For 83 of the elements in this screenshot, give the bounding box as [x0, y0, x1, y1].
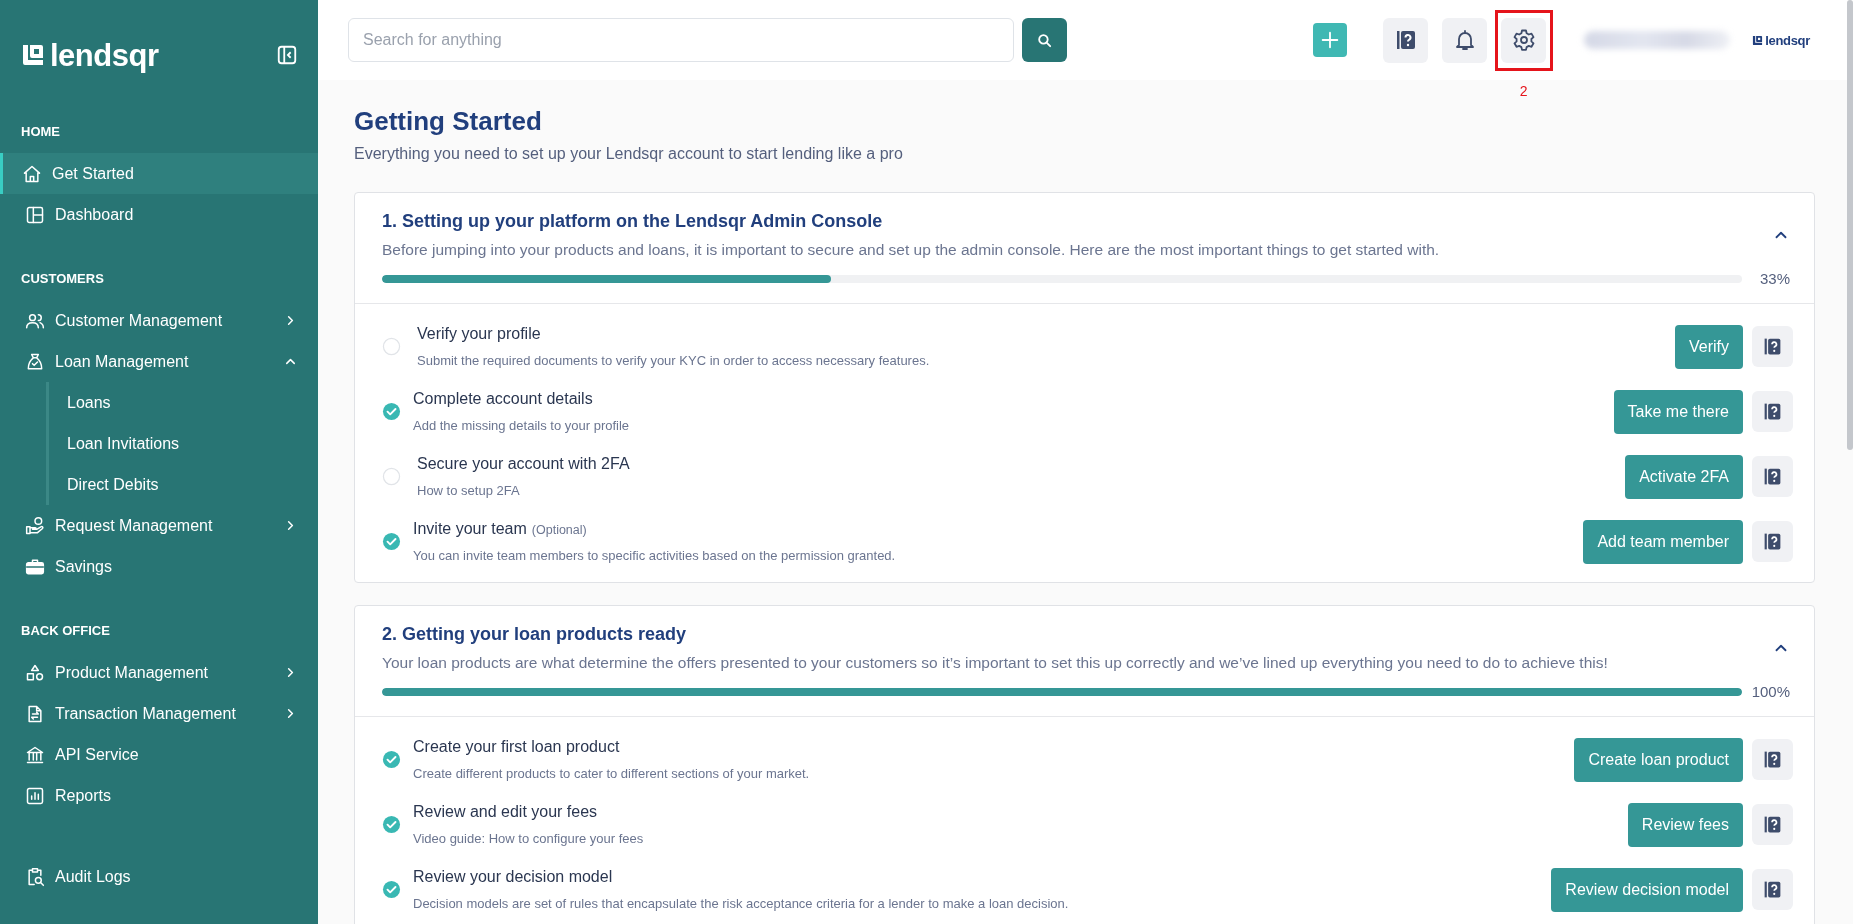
task-title: Review your decision model	[413, 868, 613, 886]
sidebar-item[interactable]: Loan Management	[0, 341, 318, 382]
task-description: Submit the required documents to verify your KYC in order to access necessary features.	[417, 353, 931, 368]
help-button[interactable]	[1383, 17, 1429, 63]
help-button[interactable]	[1752, 869, 1793, 910]
task-action-button[interactable]: Review decision model	[1551, 867, 1743, 912]
task-title: Secure your account with 2FA	[417, 455, 630, 473]
step-description: Before jumping into your products and loans, it is important to secure and set up the admin console. Here are the most important things to get started with.	[382, 241, 1441, 259]
section-heading: HOME	[20, 124, 61, 139]
task-description: You can invite team members to specific activities based on the permission granted.	[413, 548, 897, 563]
help-book-icon	[1762, 401, 1783, 422]
hand-icon	[25, 515, 45, 536]
task-note: (Optional)	[531, 523, 587, 537]
task-description: How to setup 2FA	[417, 483, 521, 498]
help-button[interactable]	[1752, 326, 1793, 367]
help-book-icon	[1762, 466, 1783, 487]
task-title: Create your first loan product	[413, 738, 620, 756]
task-title: Review and edit your fees	[413, 803, 598, 821]
lendsqr-logo: lendsqr	[21, 39, 159, 71]
sidebar-item[interactable]: API Service	[0, 734, 318, 775]
transfer-icon	[25, 703, 45, 724]
page-title: Getting Started	[354, 106, 543, 137]
help-button[interactable]	[1752, 804, 1793, 845]
task-action-button[interactable]: Add team member	[1583, 519, 1743, 564]
help-button[interactable]	[1752, 391, 1793, 432]
scrollbar[interactable]	[1847, 0, 1853, 450]
task-description: Decision models are set of rules that encapsulate the risk acceptance criteria for a lender to make a loan decision.	[413, 896, 1070, 911]
step-title: 2. Getting your loan products ready	[382, 624, 688, 645]
help-book-icon	[1762, 814, 1783, 835]
sidebar-item[interactable]: Reports	[0, 775, 318, 816]
task-description: Create different products to cater to different sections of your market.	[413, 766, 811, 781]
page-subtitle: Everything you need to set up your Lendsqr account to start lending like a pro	[354, 145, 904, 163]
task-action-button[interactable]: Review fees	[1627, 802, 1743, 847]
help-book-icon	[1762, 749, 1783, 770]
help-book-icon	[1762, 336, 1783, 357]
settings-icon	[1511, 28, 1536, 52]
task-action-button[interactable]: Take me there	[1613, 389, 1743, 434]
progress-percent: 100%	[1750, 683, 1790, 700]
step-title: 1. Setting up your platform on the Lendsqr Admin Console	[382, 211, 884, 232]
step-description: Your loan products are what determine the offers presented to your customers so it’s important to set this up correctly and we’ve lined up everything you need to do to achieve this!	[382, 654, 1609, 672]
help-button[interactable]	[1752, 456, 1793, 497]
collapse-sidebar-icon[interactable]	[276, 44, 298, 66]
sidebar-subitem[interactable]: Loans	[49, 382, 318, 423]
progress-percent: 33%	[1758, 270, 1790, 287]
bank-icon	[25, 744, 45, 765]
search-button[interactable]	[1022, 18, 1067, 62]
section-heading: BACK OFFICE	[20, 623, 111, 638]
sidebar-item[interactable]: Transaction Management	[0, 693, 318, 734]
sidebar-item[interactable]: Request Management	[0, 505, 318, 546]
sidebar-subitem[interactable]: Loan Invitations	[49, 423, 318, 464]
help-button[interactable]	[1752, 739, 1793, 780]
help-book-icon	[1762, 531, 1783, 552]
task-action-button[interactable]: Verify	[1675, 324, 1743, 369]
moneybag-icon	[25, 351, 45, 372]
task-title: Complete account details	[413, 390, 593, 408]
sidebar-item[interactable]: Audit Logs	[0, 856, 318, 897]
sidebar-item[interactable]: Dashboard	[0, 194, 318, 235]
task-description: Video guide: How to configure your fees	[413, 831, 645, 846]
search-field[interactable]: Search for anything	[348, 18, 1014, 62]
notifications-button[interactable]	[1442, 17, 1488, 63]
sidebar-subitem[interactable]: Direct Debits	[49, 464, 318, 505]
shapes-icon	[25, 662, 45, 683]
audit-icon	[25, 866, 45, 887]
home-icon	[22, 163, 42, 184]
sidebar-item[interactable]: Get Started	[0, 153, 318, 194]
help-book-icon	[1762, 879, 1783, 900]
task-action-button[interactable]: Create loan product	[1574, 737, 1743, 782]
task-description: Add the missing details to your profile	[413, 418, 631, 433]
report-icon	[25, 785, 45, 806]
section-heading: CUSTOMERS	[20, 271, 105, 286]
task-title: Verify your profile	[417, 325, 541, 343]
lendsqr-logo: lendsqr	[1752, 32, 1810, 48]
sidebar-item[interactable]: Savings	[0, 546, 318, 587]
annotation-label: 2	[1518, 82, 1529, 99]
search-icon	[1036, 31, 1053, 49]
annotation-box	[1495, 9, 1554, 71]
task-action-button[interactable]: Activate 2FA	[1625, 454, 1743, 499]
help-button[interactable]	[1752, 521, 1793, 562]
dashboard-icon	[25, 204, 45, 225]
sidebar-item[interactable]: Customer Management	[0, 300, 318, 341]
sidebar-item[interactable]: Product Management	[0, 652, 318, 693]
settings-button[interactable]	[1501, 17, 1547, 63]
task-title: Invite your team	[413, 520, 527, 538]
